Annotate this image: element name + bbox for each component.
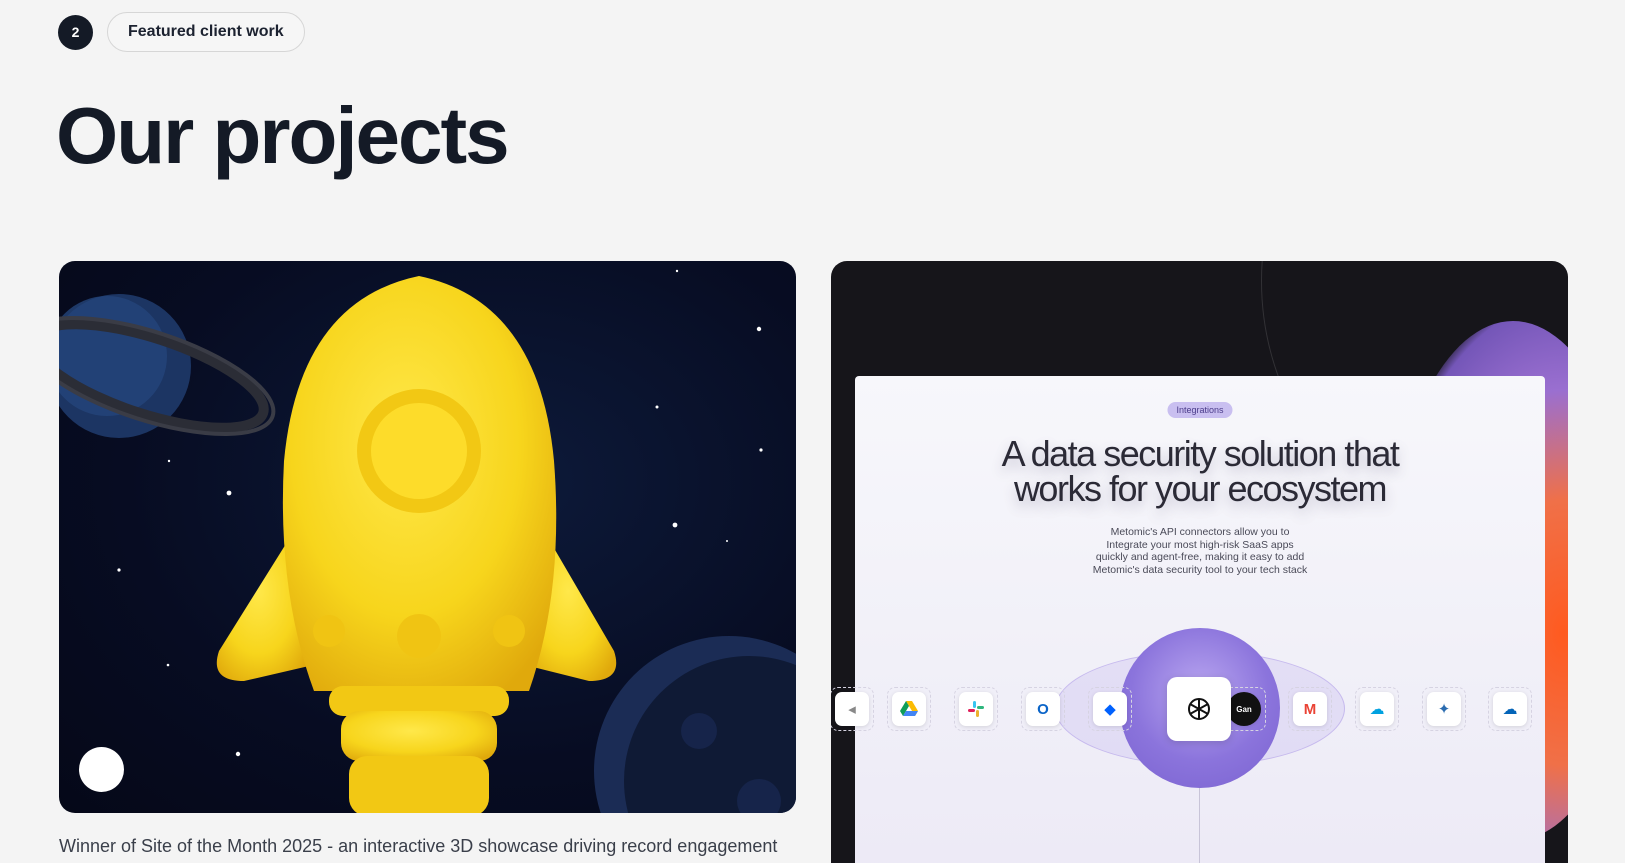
- onedrive-icon: ☁: [1488, 687, 1532, 731]
- screen-heading: A data security solution that works for …: [1001, 433, 1400, 509]
- gmail-icon: M: [1288, 687, 1332, 731]
- gan-icon: Gan: [1222, 687, 1266, 731]
- google-drive-icon: [887, 687, 931, 731]
- partial-icon: ◂: [831, 687, 874, 731]
- screen-body: Metomic's API connectors allow you to In…: [1092, 526, 1308, 576]
- connector-line: [1199, 788, 1200, 863]
- section-label-pill: Featured client work: [107, 12, 305, 52]
- page-title: Our projects: [56, 91, 510, 180]
- website-screenshot: Integrations A data security solution th…: [831, 376, 1545, 863]
- azure-icon: ✦: [1422, 687, 1466, 731]
- outlook-icon: O: [1021, 687, 1065, 731]
- dropbox-icon: ◆: [1088, 687, 1132, 731]
- slack-icon: [954, 687, 998, 731]
- section-number-badge: 2: [58, 14, 93, 50]
- section-tag: 2 Featured client work: [58, 12, 305, 52]
- integrations-chip: Integrations: [1167, 402, 1233, 418]
- rocket: [216, 276, 617, 813]
- project-caption: Winner of Site of the Month 2025 - an in…: [59, 836, 778, 856]
- ringed-planet: [59, 294, 276, 438]
- cursor-dot: [79, 747, 124, 792]
- project-card-metomic[interactable]: Integrations A data security solution th…: [831, 261, 1568, 863]
- rocket-illustration: [59, 269, 796, 813]
- openai-icon: [1167, 677, 1231, 741]
- project-card-rocket[interactable]: [59, 261, 796, 813]
- salesforce-icon: ☁: [1355, 687, 1399, 731]
- moon: [594, 636, 796, 813]
